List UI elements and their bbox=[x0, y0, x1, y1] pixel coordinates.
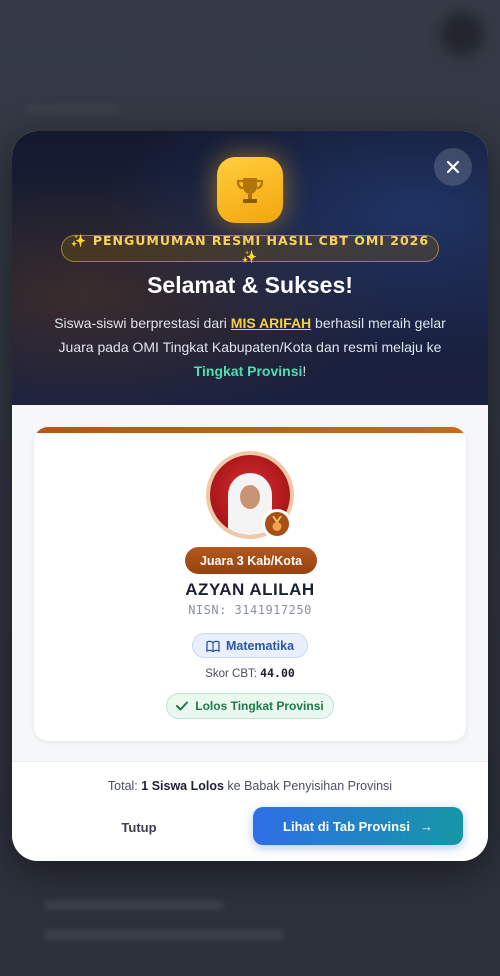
status-label: Lolos Tingkat Provinsi bbox=[195, 699, 324, 713]
subject-label: Matematika bbox=[225, 638, 295, 653]
close-button[interactable] bbox=[434, 148, 472, 186]
modal-description: Siswa-siswi berprestasi dari MIS ARIFAH … bbox=[36, 311, 464, 383]
background-text-blur bbox=[44, 900, 224, 910]
view-province-tab-button[interactable]: Lihat di Tab Provinsi → bbox=[253, 807, 463, 845]
arrow-right-icon: → bbox=[419, 818, 433, 834]
student-nisn: NISN: 3141917250 bbox=[188, 603, 312, 617]
background-avatar-blur bbox=[440, 12, 484, 56]
student-card: Juara 3 Kab/Kota AZYAN ALILAH NISN: 3141… bbox=[34, 427, 466, 741]
total-label: Total: bbox=[107, 779, 142, 793]
announcement-banner: ✨ PENGUMUMAN RESMI HASIL CBT OMI 2026 ✨ bbox=[61, 233, 439, 264]
trophy-icon bbox=[236, 178, 264, 203]
total-suffix: ke Babak Penyisihan Provinsi bbox=[223, 779, 393, 793]
student-name: AZYAN ALILAH bbox=[185, 580, 315, 599]
description-text: ! bbox=[302, 363, 307, 379]
book-icon bbox=[206, 640, 220, 652]
view-province-label: Lihat di Tab Provinsi bbox=[283, 818, 410, 834]
background-text-blur bbox=[44, 930, 284, 940]
description-text: Siswa-siswi berprestasi dari bbox=[54, 315, 231, 331]
medal-icon bbox=[262, 509, 292, 539]
check-icon bbox=[176, 701, 189, 711]
modal-footer: Total: 1 Siswa Lolos ke Babak Penyisihan… bbox=[12, 761, 488, 861]
close-icon bbox=[446, 160, 460, 174]
score-value: 44.00 bbox=[260, 666, 295, 680]
modal-body: Juara 3 Kab/Kota AZYAN ALILAH NISN: 3141… bbox=[12, 405, 488, 761]
modal-header: ✨ PENGUMUMAN RESMI HASIL CBT OMI 2026 ✨ … bbox=[12, 131, 488, 405]
score-label: Skor CBT: bbox=[205, 668, 261, 680]
close-modal-button[interactable]: Tutup bbox=[104, 812, 174, 842]
subject-badge: Matematika bbox=[192, 633, 308, 658]
announcement-modal: ✨ PENGUMUMAN RESMI HASIL CBT OMI 2026 ✨ … bbox=[12, 131, 488, 861]
medal-glyph bbox=[272, 516, 282, 531]
background-text-blur bbox=[24, 104, 120, 114]
modal-title: Selamat & Sukses! bbox=[147, 272, 353, 298]
card-accent-bar bbox=[34, 427, 466, 433]
total-summary: Total: 1 Siswa Lolos ke Babak Penyisihan… bbox=[12, 779, 488, 793]
province-level-text: Tingkat Provinsi bbox=[193, 363, 303, 379]
school-name-link[interactable]: MIS ARIFAH bbox=[231, 315, 311, 331]
rank-badge: Juara 3 Kab/Kota bbox=[185, 547, 317, 574]
trophy-badge bbox=[217, 157, 283, 223]
avatar-photo-face bbox=[240, 485, 260, 509]
total-value: 1 Siswa Lolos bbox=[141, 779, 224, 793]
status-badge: Lolos Tingkat Provinsi bbox=[166, 693, 334, 719]
cbt-score: Skor CBT: 44.00 bbox=[34, 666, 466, 680]
